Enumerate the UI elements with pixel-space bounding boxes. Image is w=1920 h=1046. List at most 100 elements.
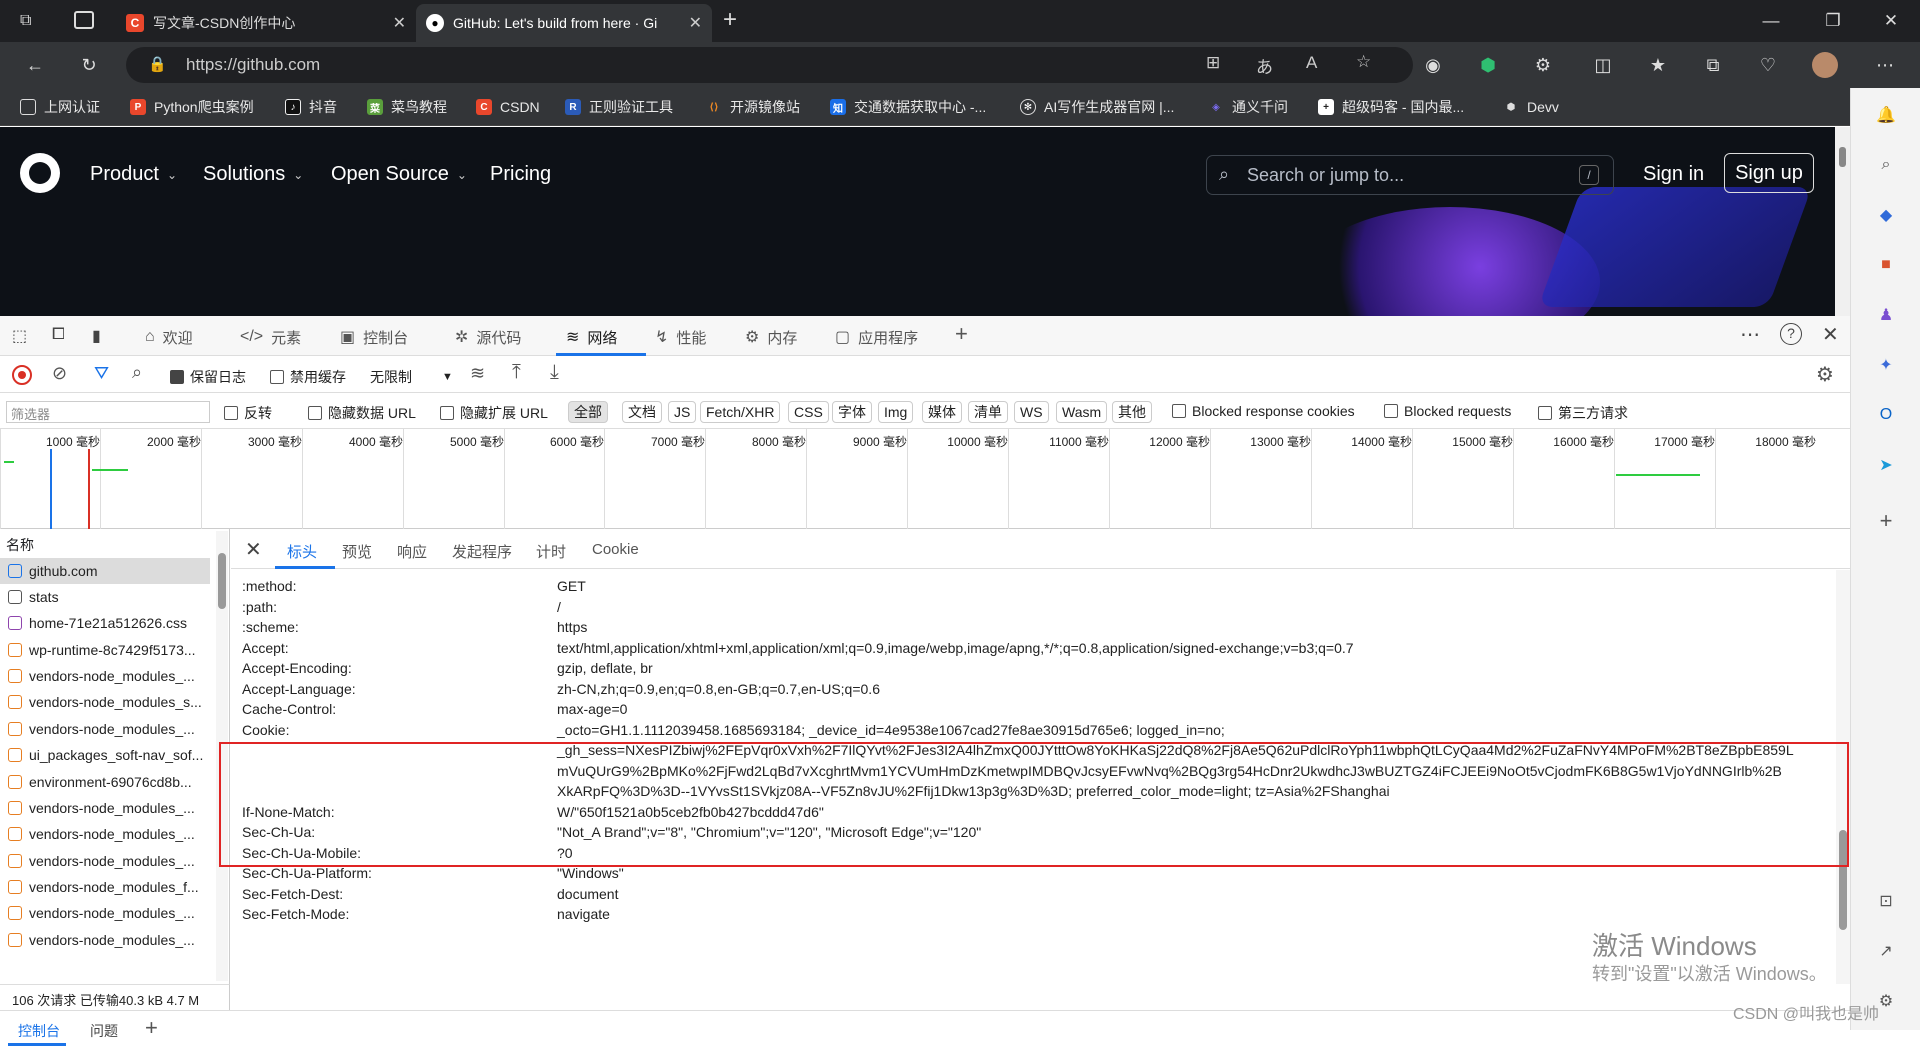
filter-css[interactable]: CSS <box>788 401 829 423</box>
tab-memory[interactable]: ⚙ 内存 <box>745 324 797 350</box>
list-item[interactable]: environment-69076cd8b... <box>0 769 210 795</box>
tab-welcome[interactable]: ⌂ 欢迎 <box>145 324 193 350</box>
tab-preview[interactable]: 预览 <box>342 541 372 562</box>
filter-manifest[interactable]: 清单 <box>968 401 1008 423</box>
bookmark[interactable]: ✻ AI写作生成器官网 |... <box>1020 97 1174 117</box>
disable-cache-checkbox[interactable]: 禁用缓存 <box>270 367 346 387</box>
dock-icon[interactable]: ▮ <box>92 326 101 346</box>
tab-sources[interactable]: ✲ 源代码 <box>455 324 521 350</box>
record-icon[interactable] <box>12 365 32 385</box>
page-scrollbar[interactable] <box>1835 127 1850 316</box>
back-icon[interactable]: ← <box>22 52 48 78</box>
more-options-icon[interactable]: ⋯ <box>1740 322 1760 347</box>
close-icon[interactable]: ✕ <box>245 537 262 562</box>
tab-elements[interactable]: </> 元素 <box>240 324 301 350</box>
search-icon[interactable]: ⌕ <box>132 362 142 383</box>
drawer-tab-issues[interactable]: 问题 <box>90 1021 118 1041</box>
tab-console[interactable]: ▣ 控制台 <box>340 324 408 350</box>
filter-fetch-xhr[interactable]: Fetch/XHR <box>700 401 781 423</box>
refresh-icon[interactable]: ↻ <box>76 52 102 78</box>
bookmark[interactable]: 菜菜鸟教程 <box>367 97 447 117</box>
list-item[interactable]: vendors-node_modules_... <box>0 927 210 953</box>
collections-icon[interactable]: ⧉ <box>1700 52 1726 78</box>
checkbox[interactable] <box>308 406 322 420</box>
bookmark[interactable]: ◈ 通义千问 <box>1208 97 1288 117</box>
checkbox[interactable] <box>270 370 284 384</box>
sign-in-link[interactable]: Sign in <box>1643 163 1704 186</box>
new-tab-icon[interactable]: + <box>723 6 737 34</box>
list-item[interactable]: vendors-node_modules_... <box>0 821 210 847</box>
blocked-requests-checkbox[interactable]: Blocked requests <box>1384 403 1511 419</box>
add-icon[interactable]: + <box>1873 508 1899 534</box>
bookmark[interactable]: ♪ 抖音 <box>285 97 337 117</box>
tab-application[interactable]: ▢ 应用程序 <box>835 324 918 350</box>
checkbox[interactable] <box>440 406 454 420</box>
avatar[interactable] <box>1812 52 1838 78</box>
sign-up-button[interactable]: Sign up <box>1724 153 1814 193</box>
tab-headers[interactable]: 标头 <box>287 541 317 562</box>
workspaces-icon[interactable]: ⧉ <box>20 12 40 30</box>
list-item[interactable]: wp-runtime-8c7429f5173... <box>0 637 210 663</box>
translate-icon[interactable]: あ <box>1256 53 1273 78</box>
tab-actions-icon[interactable] <box>74 11 94 29</box>
tab-initiator[interactable]: 发起程序 <box>452 541 512 562</box>
filter-font[interactable]: 字体 <box>832 401 872 423</box>
invert-checkbox[interactable]: 反转 <box>224 403 272 423</box>
throttle-select[interactable]: 无限制 ▼ <box>370 367 453 387</box>
filter-input[interactable]: 筛选器 <box>6 401 210 423</box>
help-icon[interactable]: ? <box>1780 323 1802 345</box>
list-item[interactable]: vendors-node_modules_... <box>0 795 210 821</box>
list-item[interactable]: stats <box>0 584 210 610</box>
tab-cookies[interactable]: Cookie <box>592 541 639 558</box>
list-item[interactable]: ui_packages_soft-nav_sof... <box>0 742 210 768</box>
filter-all[interactable]: 全部 <box>568 401 608 423</box>
list-item[interactable]: vendors-node_modules_... <box>0 848 210 874</box>
filter-other[interactable]: 其他 <box>1112 401 1152 423</box>
tab-response[interactable]: 响应 <box>397 541 427 562</box>
name-column-header[interactable]: 名称 <box>6 535 34 555</box>
address-bar[interactable]: 🔒 https://github.com ⊞ あ A ☆ <box>126 47 1413 83</box>
device-icon[interactable]: ⧠ <box>52 326 65 344</box>
shopping-icon[interactable]: ◆ <box>1873 202 1899 228</box>
network-conditions-icon[interactable]: ≋ <box>470 363 485 384</box>
close-window-icon[interactable]: ✕ <box>1868 6 1914 36</box>
filter-media[interactable]: 媒体 <box>922 401 962 423</box>
third-party-checkbox[interactable]: 第三方请求 <box>1538 403 1628 423</box>
tab-timing[interactable]: 计时 <box>536 541 566 562</box>
hide-extension-url-checkbox[interactable]: 隐藏扩展 URL <box>440 403 548 423</box>
favorite-star-icon[interactable]: ☆ <box>1356 52 1371 72</box>
nav-product[interactable]: Product ⌄ <box>90 163 177 186</box>
filter-wasm[interactable]: Wasm <box>1056 401 1108 423</box>
read-aloud-icon[interactable]: A <box>1306 53 1317 73</box>
network-timeline[interactable]: 1000 毫秒 2000 毫秒 3000 毫秒 4000 毫秒 5000 毫秒 … <box>0 429 1850 529</box>
search-input[interactable]: ⌕ Search or jump to... / <box>1206 155 1614 195</box>
list-item[interactable]: vendors-node_modules_... <box>0 716 210 742</box>
filter-img[interactable]: Img <box>878 401 914 423</box>
list-item[interactable]: home-71e21a512626.css <box>0 610 210 636</box>
nav-solutions[interactable]: Solutions ⌄ <box>203 163 303 186</box>
nav-open-source[interactable]: Open Source ⌄ <box>331 163 467 186</box>
export-har-icon[interactable]: ⤓ <box>550 361 559 384</box>
bookmark[interactable]: R 正则验证工具 <box>565 97 673 117</box>
restore-icon[interactable]: ❐ <box>1810 6 1856 36</box>
checkbox[interactable] <box>1538 406 1552 420</box>
settings-icon[interactable]: ⚙ <box>1816 362 1834 387</box>
checkbox[interactable] <box>224 406 238 420</box>
bookmark[interactable]: ⟨⟩ 开源镜像站 <box>706 97 800 117</box>
tab-github[interactable]: ● GitHub: Let's build from here · Gi ✕ <box>416 4 712 42</box>
inspect-icon[interactable]: ⬚ <box>12 326 27 346</box>
telegram-icon[interactable]: ➤ <box>1873 452 1899 478</box>
list-item[interactable]: vendors-node_modules_s... <box>0 689 210 715</box>
more-tabs-icon[interactable]: + <box>955 321 968 347</box>
games-icon[interactable]: ♟ <box>1873 302 1899 328</box>
close-tab-icon[interactable]: ✕ <box>393 13 406 33</box>
external-icon[interactable]: ↗ <box>1873 938 1899 964</box>
import-har-icon[interactable]: ⤒ <box>512 361 521 384</box>
clear-icon[interactable]: ⊘ <box>52 363 67 384</box>
tab-network[interactable]: ≋ 网络 <box>566 324 617 350</box>
list-item[interactable]: vendors-node_modules_... <box>0 663 210 689</box>
copilot-icon[interactable]: ⬢ <box>1475 52 1501 78</box>
bookmark[interactable]: ⬢ Devv <box>1503 97 1559 117</box>
tools-icon[interactable]: ■ <box>1873 252 1899 278</box>
drawer-tab-console[interactable]: 控制台 <box>18 1021 60 1041</box>
